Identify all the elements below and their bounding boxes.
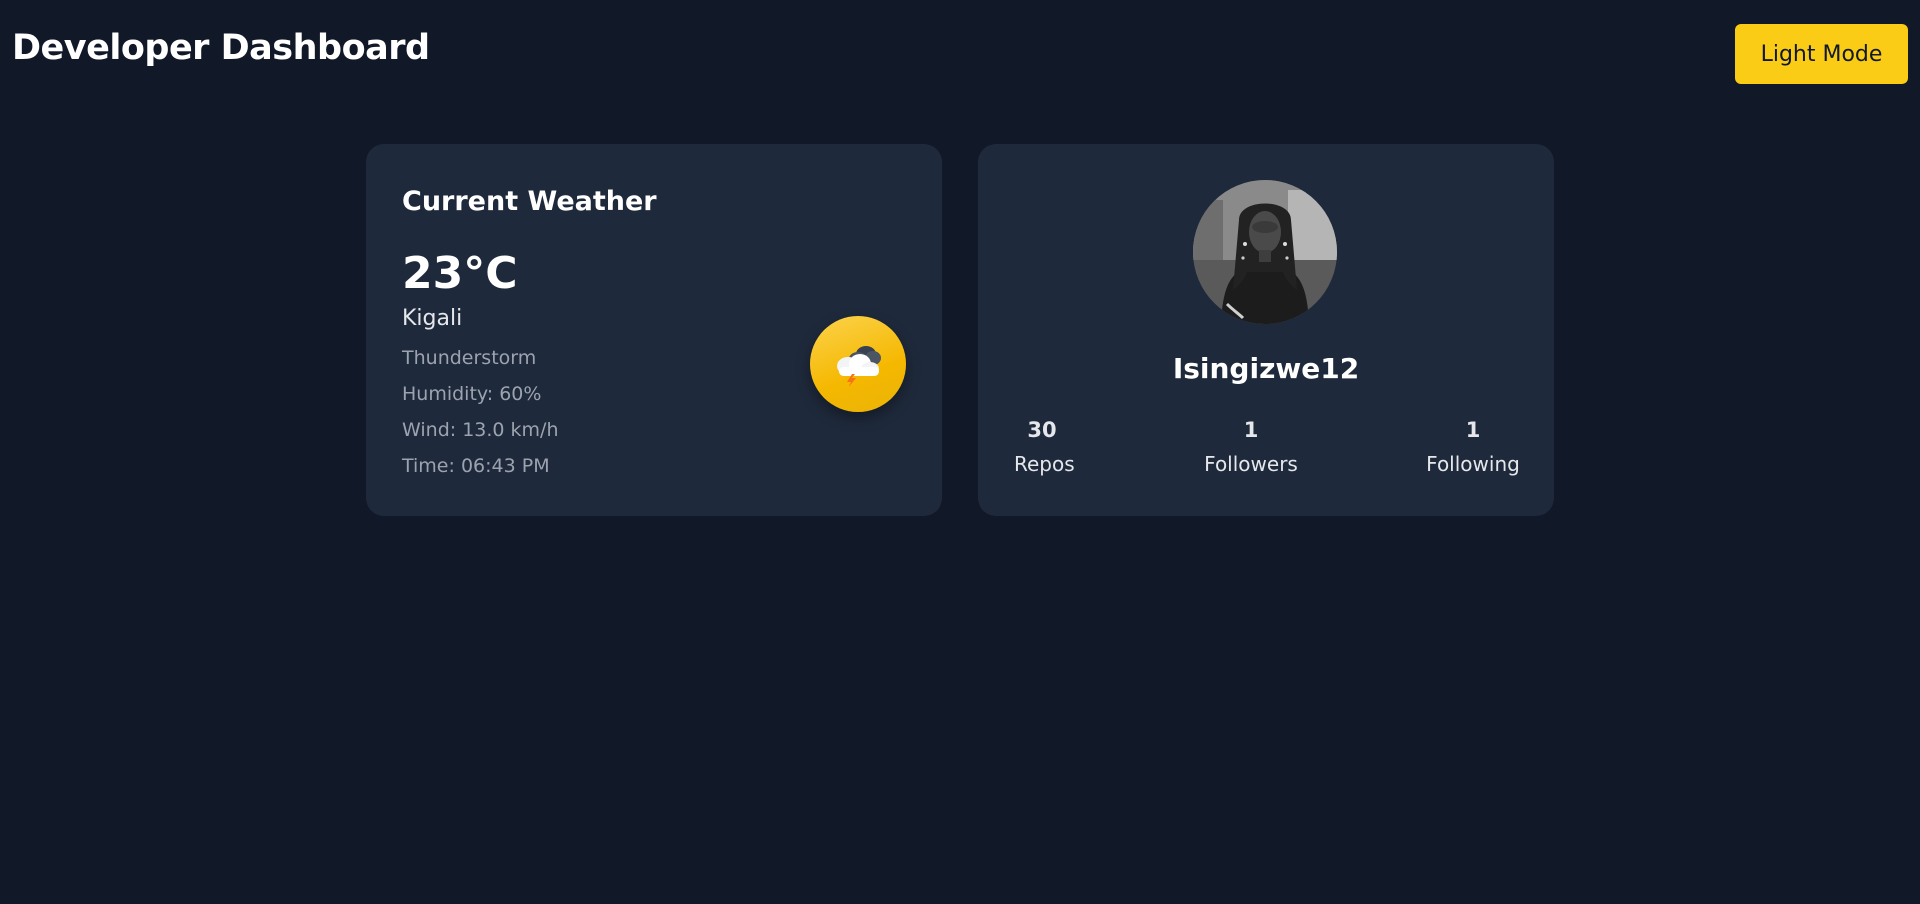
page-title: Developer Dashboard <box>12 28 430 68</box>
weather-card-title: Current Weather <box>402 186 657 217</box>
weather-wind: Wind: 13.0 km/h <box>402 419 559 441</box>
stat-followers-value: 1 <box>1243 418 1259 442</box>
weather-icon-badge <box>810 316 906 412</box>
weather-temperature: 23°C <box>402 248 518 299</box>
github-username: Isingizwe12 <box>1172 352 1360 385</box>
weather-condition: Thunderstorm <box>402 347 537 369</box>
avatar[interactable] <box>1193 180 1337 324</box>
stat-repos-value: 30 <box>1027 418 1057 442</box>
stat-following: 1 Following <box>1426 418 1520 476</box>
stat-following-label: Following <box>1426 452 1520 476</box>
weather-city: Kigali <box>402 306 463 331</box>
stat-repos: 30 Repos <box>1014 418 1075 476</box>
weather-humidity: Humidity: 60% <box>402 383 542 405</box>
theme-toggle-button[interactable]: Light Mode <box>1735 24 1908 84</box>
stat-repos-label: Repos <box>1014 452 1075 476</box>
stat-following-value: 1 <box>1465 418 1481 442</box>
stat-followers-label: Followers <box>1204 452 1298 476</box>
weather-card: Current Weather 23°C Kigali Thunderstorm… <box>366 144 942 516</box>
stat-followers: 1 Followers <box>1204 418 1298 476</box>
github-profile-card: Isingizwe12 30 Repos 1 Followers 1 Follo… <box>978 144 1554 516</box>
weather-time: Time: 06:43 PM <box>402 455 550 477</box>
thunderstorm-icon <box>837 346 881 386</box>
